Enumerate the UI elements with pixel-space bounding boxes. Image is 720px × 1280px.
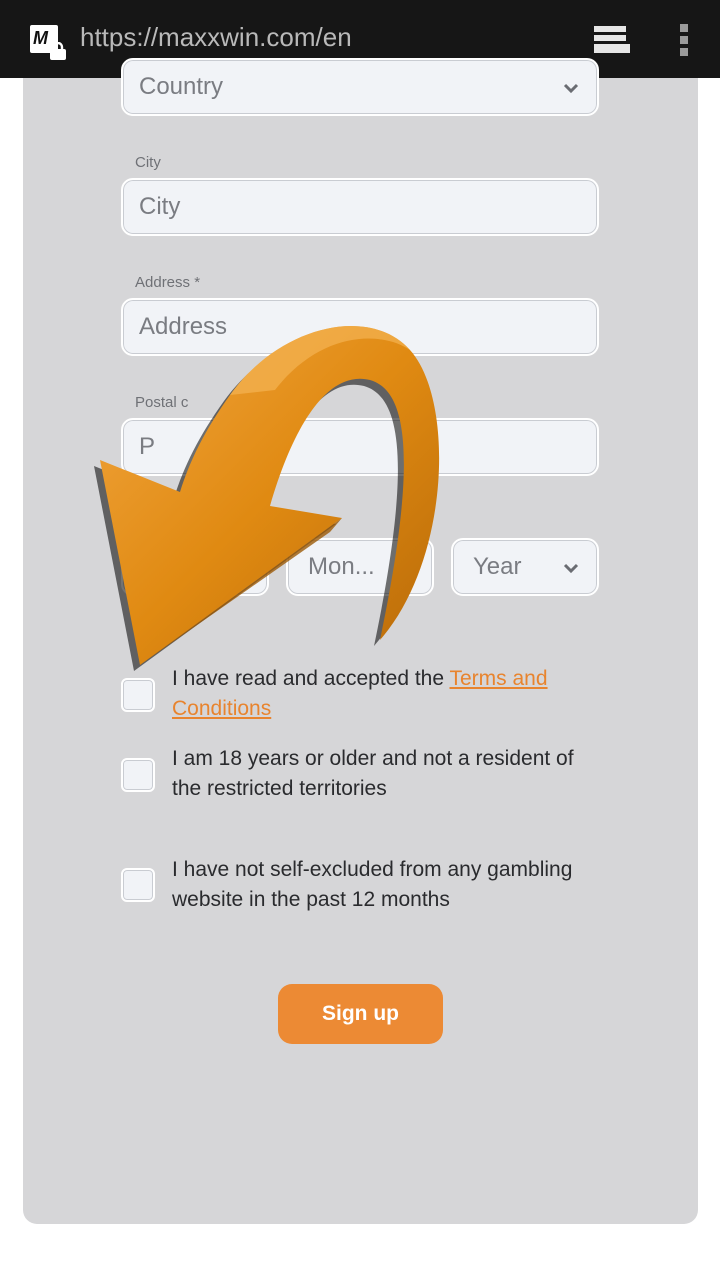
- terms-checkbox[interactable]: [121, 678, 155, 712]
- self-excluded-checkbox[interactable]: [121, 868, 155, 902]
- self-excluded-text: I have not self-excluded from any gambli…: [172, 858, 573, 911]
- country-placeholder: Country: [139, 73, 224, 100]
- age-checkbox[interactable]: [121, 758, 155, 792]
- postal-code-label: Postal c: [135, 394, 189, 411]
- tabs-icon[interactable]: [592, 24, 632, 56]
- city-placeholder: City: [139, 193, 181, 220]
- address-input[interactable]: Address: [121, 298, 599, 356]
- postal-code-placeholder: P: [139, 433, 156, 460]
- dob-day-select[interactable]: [121, 538, 269, 596]
- terms-prefix: I have read and accepted the: [172, 667, 450, 690]
- terms-text: I have read and accepted the Terms and C…: [172, 664, 592, 724]
- city-input[interactable]: City: [121, 178, 599, 236]
- city-label: City: [135, 154, 161, 171]
- lock-icon: [50, 42, 66, 60]
- age-text: I am 18 years or older and not a residen…: [172, 747, 574, 800]
- chevron-down-icon: [563, 83, 579, 94]
- dob-month-select[interactable]: Mon...: [286, 538, 434, 596]
- favicon-letter: M: [33, 28, 48, 48]
- kebab-menu-icon[interactable]: [676, 23, 692, 57]
- dob-year-select[interactable]: Year: [451, 538, 599, 596]
- address-label: Address *: [135, 274, 201, 291]
- country-select[interactable]: Country: [121, 58, 599, 116]
- chevron-down-icon: [398, 563, 414, 574]
- postal-code-input[interactable]: P: [121, 418, 599, 476]
- chevron-down-icon: [563, 563, 579, 574]
- dob-year-placeholder: Year: [473, 553, 522, 580]
- sign-up-button[interactable]: Sign up: [278, 984, 443, 1044]
- dob-month-placeholder: Mon...: [308, 553, 375, 580]
- address-placeholder: Address: [139, 313, 228, 340]
- address-bar-url[interactable]: https://maxxwin.com/en: [80, 22, 352, 53]
- signup-form-card: [23, 78, 698, 1224]
